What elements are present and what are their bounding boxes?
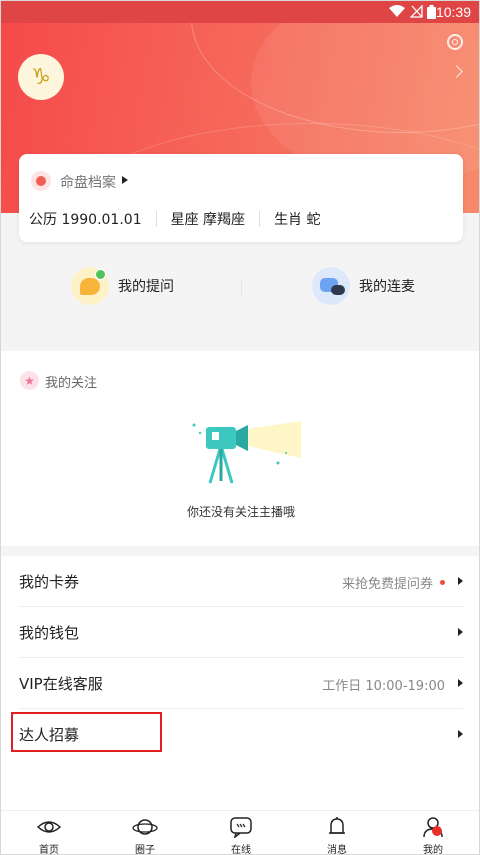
- voice-call-icon: [312, 267, 350, 305]
- profile-icon: [423, 817, 443, 838]
- bottom-tab-bar: 首页 圈子 在线 消息 我的: [1, 810, 479, 855]
- header-curve: [191, 23, 479, 133]
- settings-gear-icon[interactable]: [447, 34, 463, 50]
- zodiac-animal: 生肖 蛇: [274, 212, 321, 228]
- app-screen: 10:39 ♑ 命盘档案 公历 1990.01.01 星座 摩羯座 生肖 蛇 我…: [0, 0, 480, 855]
- tab-mine[interactable]: 我的: [403, 816, 463, 855]
- question-bubble-icon: [71, 267, 109, 305]
- birth-info: 公历 1990.01.01 星座 摩羯座 生肖 蛇: [29, 209, 321, 229]
- highlight-box: [11, 712, 162, 752]
- divider: [241, 279, 242, 297]
- birth-date: 公历 1990.01.01: [29, 212, 142, 228]
- chat-icon: [230, 817, 252, 838]
- eye-icon: [36, 821, 62, 833]
- avatar[interactable]: ♑: [18, 54, 64, 100]
- planet-icon: [132, 819, 158, 835]
- tab-circle[interactable]: 圈子: [115, 816, 175, 855]
- archive-label[interactable]: 命盘档案: [60, 172, 116, 192]
- tab-label: 圈子: [135, 845, 155, 855]
- bell-icon: [329, 817, 345, 834]
- menu-item-label: VIP在线客服: [19, 675, 103, 693]
- status-bar: 10:39: [1, 1, 479, 23]
- triangle-right-icon: [458, 628, 463, 636]
- divider: [259, 211, 261, 227]
- menu-item-hint: 来抢免费提问券: [342, 573, 445, 592]
- my-calls-button[interactable]: 我的连麦: [312, 267, 415, 305]
- battery-icon: [427, 5, 436, 19]
- my-questions-label: 我的提问: [118, 279, 174, 295]
- triangle-right-icon[interactable]: [122, 176, 128, 184]
- tab-label: 在线: [231, 845, 251, 855]
- my-calls-label: 我的连麦: [359, 279, 415, 295]
- menu-item-coupons[interactable]: 我的卡券 来抢免费提问券: [19, 556, 463, 607]
- menu-item-hint: 工作日 10:00-19:00: [322, 675, 445, 694]
- archive-icon: [31, 171, 51, 191]
- tab-messages[interactable]: 消息: [307, 816, 367, 855]
- menu-item-vip-service[interactable]: VIP在线客服 工作日 10:00-19:00: [19, 658, 463, 709]
- camera-illustration-icon: [192, 421, 301, 484]
- tab-home[interactable]: 首页: [19, 816, 79, 855]
- tab-online[interactable]: 在线: [211, 816, 271, 855]
- my-questions-button[interactable]: 我的提问: [71, 267, 174, 305]
- tab-label: 首页: [39, 845, 59, 855]
- menu-list: 我的卡券 来抢免费提问券 我的钱包 VIP在线客服 工作日 10:00-19:0…: [1, 556, 479, 810]
- service-hours-text: 工作日 10:00-19:00: [322, 679, 445, 694]
- zodiac-glyph-icon: ♑: [31, 64, 51, 90]
- following-title: 我的关注: [45, 376, 98, 391]
- tab-label: 我的: [423, 845, 443, 855]
- quick-actions: 我的提问 我的连麦: [1, 257, 479, 321]
- menu-item-label: 我的卡券: [19, 573, 80, 591]
- signal-off-icon: [410, 5, 423, 18]
- triangle-right-icon: [458, 679, 463, 687]
- chart-archive-card[interactable]: 命盘档案 公历 1990.01.01 星座 摩羯座 生肖 蛇: [19, 154, 463, 242]
- tab-label: 消息: [327, 845, 347, 855]
- star-icon: ★: [20, 371, 39, 390]
- divider: [155, 211, 157, 227]
- coupon-promo-text: 来抢免费提问券: [341, 577, 433, 592]
- menu-item-label: 我的钱包: [19, 624, 80, 642]
- wifi-icon: [389, 5, 405, 17]
- triangle-right-icon: [458, 730, 463, 738]
- triangle-right-icon: [458, 577, 463, 585]
- star-sign: 星座 摩羯座: [170, 212, 246, 228]
- notification-dot: [440, 580, 445, 585]
- status-time: 10:39: [435, 4, 471, 20]
- menu-item-wallet[interactable]: 我的钱包: [19, 607, 463, 658]
- following-section: ★ 我的关注 你还没有关注主播哦: [1, 351, 479, 546]
- empty-following-text: 你还没有关注主播哦: [186, 505, 295, 519]
